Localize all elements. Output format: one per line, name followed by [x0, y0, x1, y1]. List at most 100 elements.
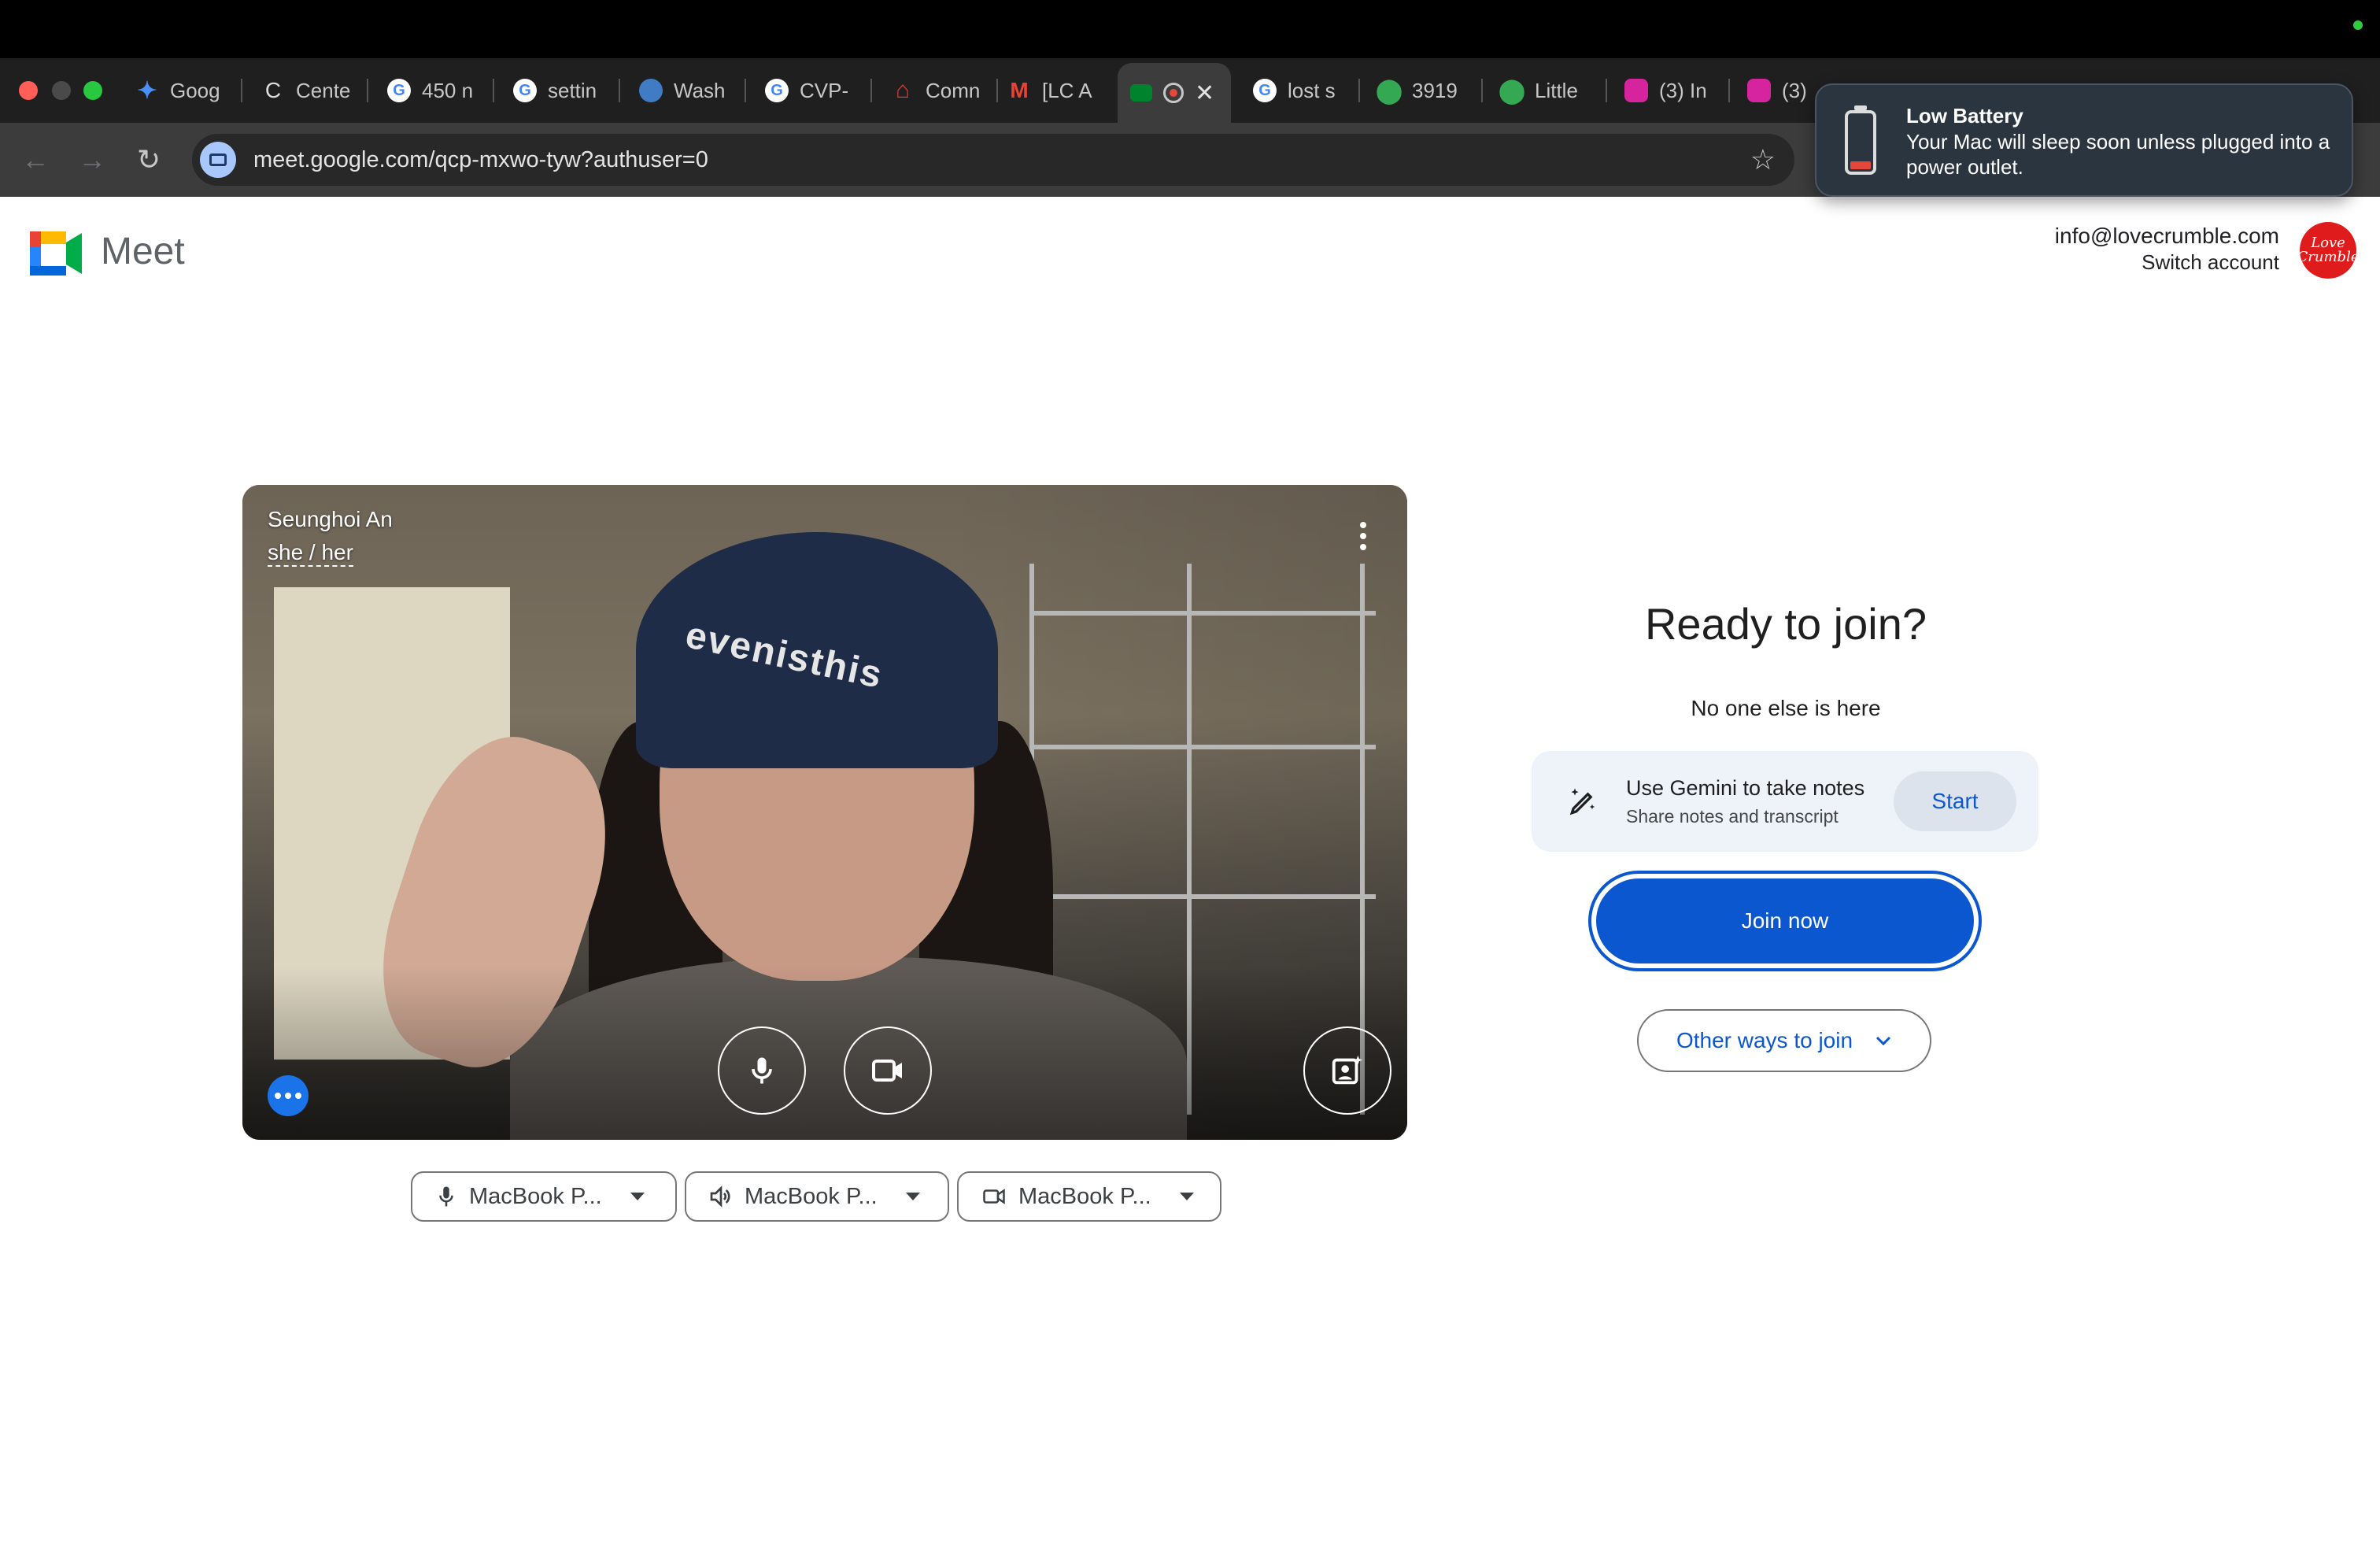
minimize-window-button[interactable] — [52, 81, 71, 100]
forward-arrow-icon[interactable]: → — [72, 140, 112, 179]
shelf — [1029, 611, 1376, 616]
video-camera-icon — [872, 1060, 902, 1082]
bookmark-star-icon[interactable]: ☆ — [1750, 143, 1776, 176]
tab-separator — [619, 79, 620, 102]
instagram-icon — [1624, 79, 1648, 102]
browser-tab[interactable]: ⬤ 3919 — [1365, 66, 1481, 115]
microphone-toggle-button[interactable] — [718, 1026, 806, 1115]
browser-tab-active[interactable]: ✕ — [1118, 63, 1231, 123]
tab-separator — [1358, 79, 1360, 102]
chevron-down-icon — [1876, 1036, 1891, 1046]
gemini-notes-card: Use Gemini to take notes Share notes and… — [1532, 751, 2038, 852]
tab-separator — [870, 79, 872, 102]
gmail-icon: M — [1010, 78, 1029, 102]
google-icon: G — [1253, 79, 1277, 102]
tab-title: [LC A — [1042, 78, 1092, 102]
browser-tab[interactable]: G 450 n — [375, 66, 491, 115]
address-bar[interactable]: meet.google.com/qcp-mxwo-tyw?authuser=0 … — [192, 134, 1794, 186]
avatar[interactable]: Love Crumble — [2297, 222, 2360, 279]
back-arrow-icon[interactable]: ← — [16, 140, 55, 179]
ready-to-join-heading: Ready to join? — [1644, 599, 1927, 649]
notification-body: Your Mac will sleep soon unless plugged … — [1906, 130, 2330, 179]
camera-select[interactable]: MacBook P... — [957, 1171, 1221, 1222]
browser-tab[interactable]: G settin — [501, 66, 617, 115]
instagram-icon — [1747, 79, 1771, 102]
tab-separator — [1606, 79, 1607, 102]
browser-tab[interactable]: M [LC A — [995, 66, 1111, 115]
reload-icon[interactable]: ↻ — [129, 140, 168, 179]
participant-pronouns[interactable]: she / her — [268, 540, 353, 567]
tab-title: Little — [1535, 78, 1578, 102]
tab-title: 450 n — [422, 78, 474, 102]
other-ways-label: Other ways to join — [1676, 1028, 1853, 1052]
microphone-select-value: MacBook P... — [469, 1183, 602, 1209]
google-icon: G — [513, 79, 537, 102]
tab-separator — [1481, 79, 1483, 102]
browser-tab[interactable]: (3) In — [1612, 66, 1728, 115]
video-shade — [242, 967, 1407, 1140]
battery-icon — [1845, 105, 1876, 175]
tab-title: lost s — [1288, 78, 1336, 102]
globe-icon — [639, 79, 663, 102]
tab-title: Cente — [296, 78, 351, 102]
browser-tab[interactable]: ✦ Goog — [123, 66, 239, 115]
close-tab-icon[interactable]: ✕ — [1195, 80, 1214, 107]
home-icon: ⌂ — [895, 77, 911, 103]
more-actions-icon[interactable] — [268, 1075, 309, 1116]
chevron-down-icon — [630, 1193, 645, 1200]
browser-tab[interactable]: C Cente — [249, 66, 365, 115]
gemini-card-subtitle: Share notes and transcript — [1626, 806, 1839, 827]
visual-effects-button[interactable] — [1303, 1026, 1391, 1115]
browser-tab[interactable]: (3) I — [1735, 66, 1813, 115]
camera-in-use-indicator — [2353, 20, 2363, 30]
speaker-icon — [710, 1185, 730, 1208]
microphone-select[interactable]: MacBook P... — [411, 1171, 677, 1222]
close-window-button[interactable] — [19, 81, 38, 100]
account-email: info@lovecrumble.com — [2054, 224, 2279, 248]
tab-separator — [241, 79, 242, 102]
google-icon: G — [387, 79, 411, 102]
gemini-start-button[interactable]: Start — [1894, 771, 2016, 831]
other-ways-to-join-button[interactable]: Other ways to join — [1637, 1009, 1931, 1072]
shelf — [1029, 745, 1376, 749]
tab-title: (3) In — [1659, 78, 1707, 102]
gemini-card-title: Use Gemini to take notes — [1626, 776, 1865, 800]
tab-title: (3) I — [1782, 78, 1813, 102]
tab-separator — [1728, 79, 1730, 102]
low-battery-notification[interactable]: Low Battery Your Mac will sleep soon unl… — [1815, 83, 2353, 197]
join-now-button[interactable]: Join now — [1596, 878, 1974, 963]
tab-title: Goog — [170, 78, 220, 102]
address-bar-url[interactable]: meet.google.com/qcp-mxwo-tyw?authuser=0 — [253, 147, 708, 173]
visual-effects-icon — [1332, 1055, 1363, 1085]
browser-tab[interactable]: ⌂ Comn — [878, 66, 995, 115]
browser-tab[interactable]: Wash — [626, 66, 743, 115]
tab-title: Wash — [674, 78, 726, 102]
browser-tab[interactable]: G lost s — [1240, 66, 1357, 115]
site-info-icon[interactable] — [200, 142, 236, 178]
camera-select-value: MacBook P... — [1018, 1183, 1151, 1209]
notification-title: Low Battery — [1906, 104, 2023, 128]
browser-tab[interactable]: G CVP- — [752, 66, 869, 115]
tab-title: Comn — [926, 78, 981, 102]
more-options-icon[interactable] — [1347, 516, 1379, 556]
switch-account-link[interactable]: Switch account — [2142, 250, 2279, 275]
camera-toggle-button[interactable] — [844, 1026, 932, 1115]
meeting-status-text: No one else is here — [1691, 696, 1881, 720]
chevron-down-icon — [905, 1193, 920, 1200]
shelf — [1029, 894, 1376, 899]
maximize-window-button[interactable] — [83, 81, 102, 100]
tab-separator — [493, 79, 494, 102]
participant-name: Seunghoi An — [268, 507, 393, 531]
speaker-select[interactable]: MacBook P... — [685, 1171, 949, 1222]
camera-preview: evenisthis Seunghoi An she / her — [242, 485, 1407, 1140]
google-icon: G — [765, 79, 789, 102]
tab-title: 3919 — [1412, 78, 1458, 102]
tab-title: settin — [548, 78, 597, 102]
microphone-icon — [752, 1057, 772, 1084]
browser-tab[interactable]: ⬤ Little — [1488, 66, 1604, 115]
macos-menu-bar — [0, 0, 2380, 58]
app-title: Meet — [101, 231, 185, 272]
chevron-down-icon — [1179, 1193, 1194, 1200]
recording-icon — [1163, 83, 1184, 103]
maps-icon: ⬤ — [1499, 77, 1525, 104]
